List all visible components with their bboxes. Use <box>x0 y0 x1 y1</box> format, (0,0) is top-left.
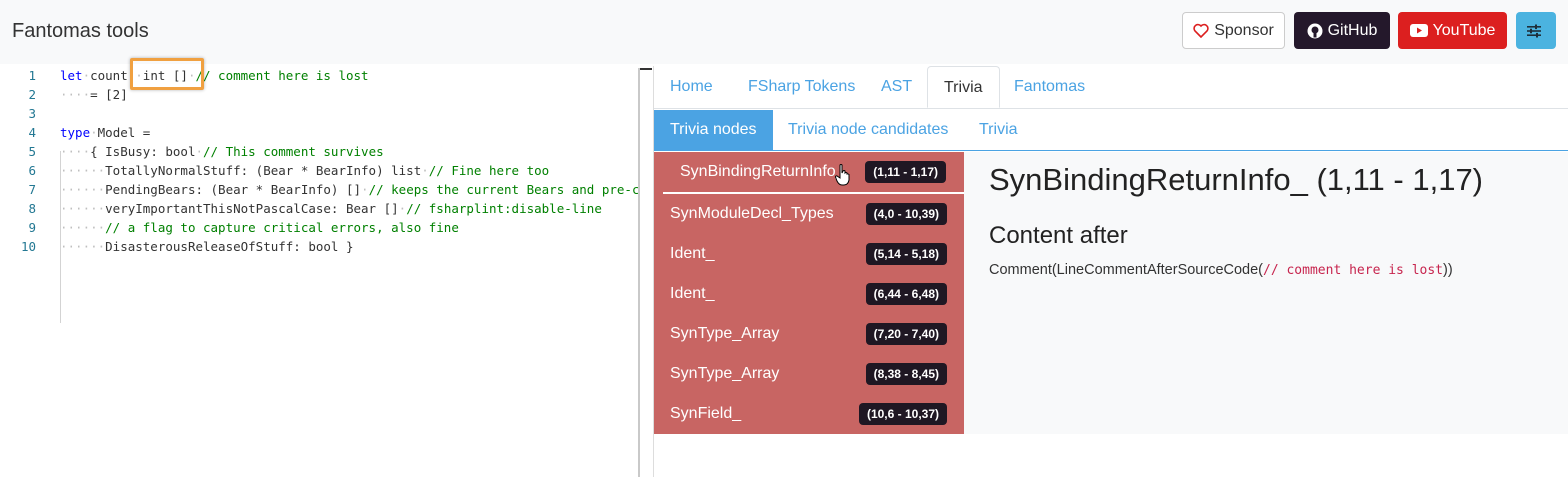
node-name: Ident_ <box>670 245 715 262</box>
code-keyword: type <box>60 125 91 140</box>
node-name: SynType_Array <box>670 325 780 342</box>
sponsor-label: Sponsor <box>1214 21 1274 39</box>
code-line-4[interactable]: 4 type·Model = <box>0 125 652 144</box>
editor-scrollbar-marker[interactable] <box>640 68 652 70</box>
node-name: Ident_ <box>670 285 715 302</box>
code-line-1[interactable]: 1 let·count:·int []·// comment here is l… <box>0 68 652 87</box>
code-comment: // keeps the current Bears and pre-c <box>368 182 640 197</box>
tab-trivia[interactable]: Trivia <box>927 66 1000 108</box>
github-icon <box>1307 23 1323 38</box>
tab-home[interactable]: Home <box>654 66 729 108</box>
line-number: 6 <box>28 163 36 178</box>
content-suffix: )) <box>1443 262 1453 278</box>
github-label: GitHub <box>1327 21 1378 39</box>
line-number: 4 <box>28 125 36 140</box>
tools-panel: Home FSharp Tokens AST Trivia Fantomas T… <box>653 66 1568 477</box>
tab-fsharp-tokens[interactable]: FSharp Tokens <box>732 66 871 108</box>
trivia-node-list: SynBindingReturnInfo_ (1,11 - 1,17) SynM… <box>654 152 964 434</box>
tab-ast[interactable]: AST <box>865 66 928 108</box>
code-text: PendingBears: (Bear * BearInfo) [] <box>105 182 362 197</box>
code-text: { IsBusy: bool <box>90 144 196 159</box>
subtab-trivia-nodes[interactable]: Trivia nodes <box>654 110 773 150</box>
line-number: 1 <box>28 68 36 83</box>
range-badge: (1,11 - 1,17) <box>865 161 946 183</box>
settings-button[interactable] <box>1516 12 1556 49</box>
node-name: SynBindingReturnInfo_ <box>680 163 845 180</box>
code-text: = [2] <box>90 87 128 102</box>
youtube-button[interactable]: YouTube <box>1398 12 1507 49</box>
code-editor[interactable]: 1 let·count:·int []·// comment here is l… <box>0 66 652 477</box>
app-title: Fantomas tools <box>12 20 149 42</box>
node-details: SynBindingReturnInfo_ (1,11 - 1,17) Cont… <box>964 152 1568 434</box>
list-item[interactable]: Ident_ (5,14 - 5,18) <box>654 234 964 274</box>
trivia-subtabs: Trivia nodes Trivia node candidates Triv… <box>654 110 1568 151</box>
code-comment: // This comment survives <box>203 144 384 159</box>
subtab-trivia-node-candidates[interactable]: Trivia node candidates <box>772 110 964 150</box>
list-item[interactable]: Ident_ (6,44 - 6,48) <box>654 274 964 314</box>
code-line-6[interactable]: 6 ······TotallyNormalStuff: (Bear * Bear… <box>0 163 652 182</box>
github-button[interactable]: GitHub <box>1294 12 1390 49</box>
range-badge: (7,20 - 7,40) <box>865 323 947 345</box>
code-line-8[interactable]: 8 ······veryImportantThisNotPascalCase: … <box>0 201 652 220</box>
list-item[interactable]: SynType_Array (7,20 - 7,40) <box>654 314 964 354</box>
line-number: 10 <box>20 239 36 254</box>
code-line-9[interactable]: 9 ······// a flag to capture critical er… <box>0 220 652 239</box>
range-badge: (5,14 - 5,18) <box>865 243 947 265</box>
code-comment: // fsharplint:disable-line <box>406 201 602 216</box>
code-text: count: <box>90 68 136 83</box>
code-line-10[interactable]: 10 ······DisasterousReleaseOfStuff: bool… <box>0 239 652 258</box>
editor-splitter[interactable] <box>638 68 640 477</box>
heart-icon <box>1193 23 1209 38</box>
range-badge: (6,44 - 6,48) <box>865 283 947 305</box>
range-badge: (10,6 - 10,37) <box>858 403 947 425</box>
code-keyword: let <box>60 68 83 83</box>
youtube-label: YouTube <box>1432 21 1496 39</box>
subtab-trivia[interactable]: Trivia <box>963 110 1034 150</box>
node-name: SynModuleDecl_Types <box>670 205 834 222</box>
code-line-5[interactable]: 5 ····{ IsBusy: bool·// This comment sur… <box>0 144 652 163</box>
line-number: 3 <box>28 106 36 121</box>
node-name: SynType_Array <box>670 365 780 382</box>
selection-highlight <box>130 58 204 90</box>
detail-title: SynBindingReturnInfo_ (1,11 - 1,17) <box>989 162 1484 197</box>
code-line-3[interactable]: 3 <box>0 106 652 125</box>
line-number: 9 <box>28 220 36 235</box>
list-item[interactable]: SynModuleDecl_Types (4,0 - 10,39) <box>654 194 964 234</box>
list-item[interactable]: SynType_Array (8,38 - 8,45) <box>654 354 964 394</box>
code-comment: // a flag to capture critical errors, al… <box>105 220 459 235</box>
node-name: SynField_ <box>670 405 742 422</box>
code-comment: // Fine here too <box>428 163 550 178</box>
list-item[interactable]: SynField_ (10,6 - 10,37) <box>654 394 964 434</box>
line-number: 7 <box>28 182 36 197</box>
code-text: veryImportantThisNotPascalCase: Bear [] <box>105 201 399 216</box>
sponsor-button[interactable]: Sponsor <box>1182 12 1285 49</box>
content-prefix: Comment(LineCommentAfterSourceCode( <box>989 262 1263 278</box>
main-tabs: Home FSharp Tokens AST Trivia Fantomas <box>654 66 1568 109</box>
sliders-icon <box>1526 24 1541 37</box>
code-line-2[interactable]: 2 ····= [2] <box>0 87 652 106</box>
list-item[interactable]: SynBindingReturnInfo_ (1,11 - 1,17) <box>663 152 964 194</box>
detail-subtitle: Content after <box>989 222 1128 249</box>
range-badge: (4,0 - 10,39) <box>865 203 947 225</box>
range-badge: (8,38 - 8,45) <box>865 363 947 385</box>
code-text: TotallyNormalStuff: (Bear * BearInfo) li… <box>105 163 422 178</box>
line-number: 2 <box>28 87 36 102</box>
line-number: 8 <box>28 201 36 216</box>
tab-fantomas[interactable]: Fantomas <box>998 66 1101 108</box>
content-code: // comment here is lost <box>1263 263 1444 278</box>
navbar: Fantomas tools Sponsor GitHub YouTube <box>0 0 1568 64</box>
line-number: 5 <box>28 144 36 159</box>
code-line-7[interactable]: 7 ······PendingBears: (Bear * BearInfo) … <box>0 182 652 201</box>
hand-cursor-icon <box>835 164 850 186</box>
detail-content: Comment(LineCommentAfterSourceCode(// co… <box>989 262 1453 278</box>
youtube-icon <box>1409 24 1428 37</box>
code-text: Model = <box>97 125 151 140</box>
code-text: DisasterousReleaseOfStuff: bool } <box>105 239 354 254</box>
code-comment: // comment here is lost <box>195 68 369 83</box>
